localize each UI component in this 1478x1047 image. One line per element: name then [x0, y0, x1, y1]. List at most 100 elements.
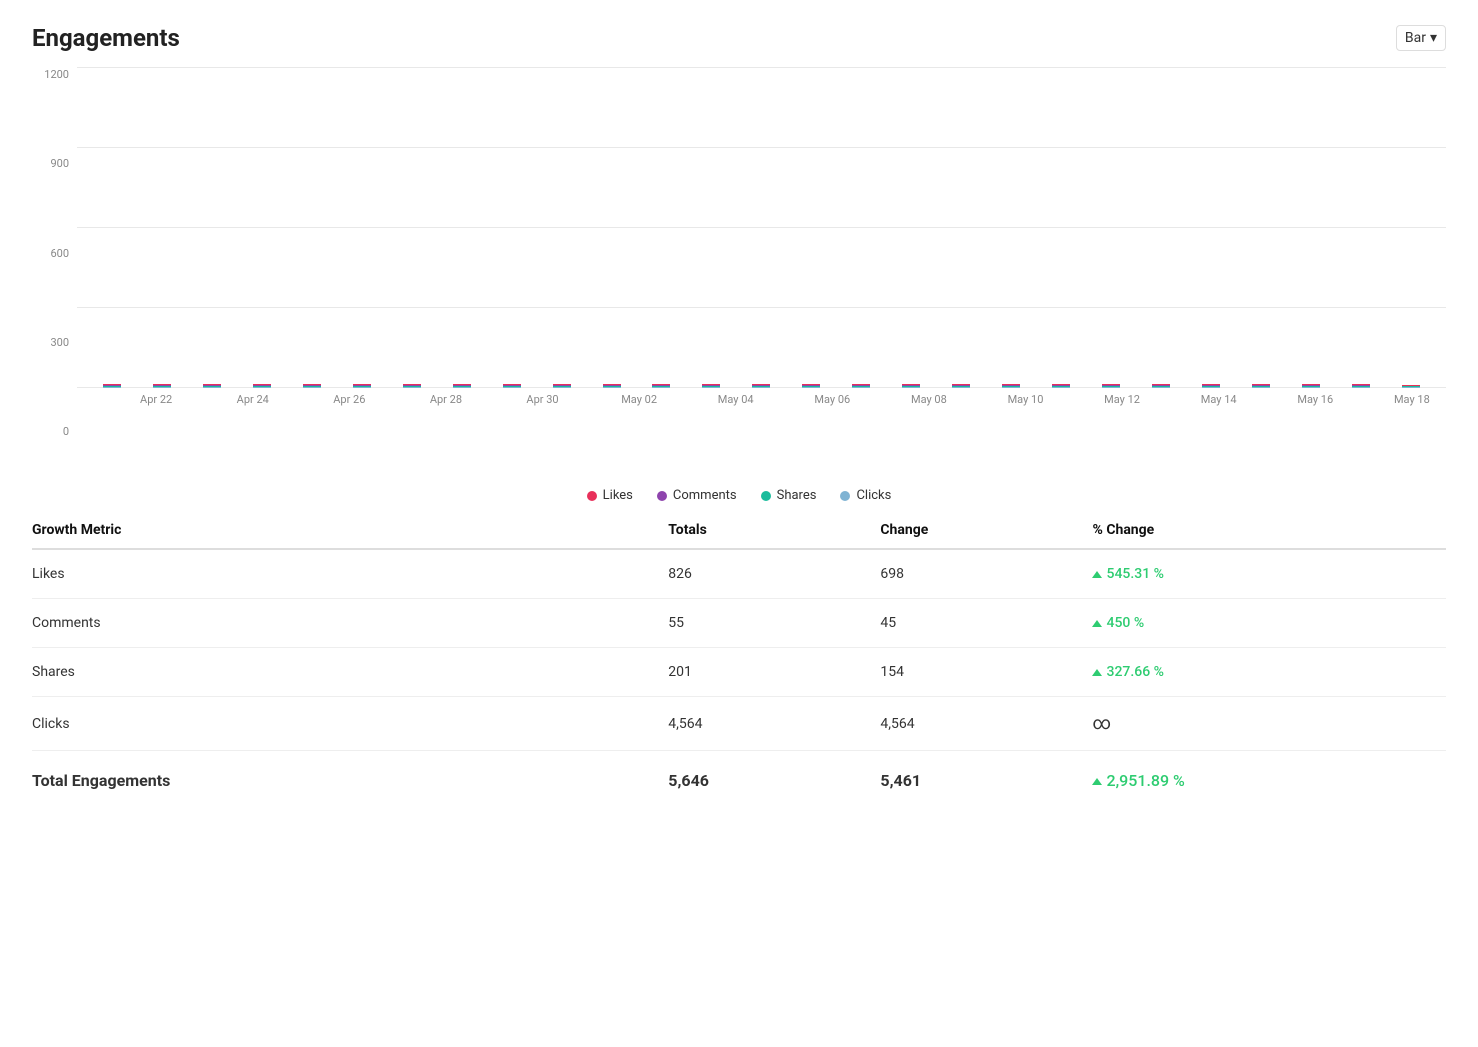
x-label-group [760, 388, 808, 407]
cell-total-pchange: 2,951.89 % [1092, 751, 1446, 799]
col-header-change: Change [880, 512, 1092, 549]
bar-group [891, 68, 931, 388]
x-label-group: Apr 28 [422, 388, 470, 407]
x-axis-label: May 14 [1201, 385, 1237, 406]
x-label-group: Apr 30 [518, 388, 566, 407]
cell-metric: Comments [32, 599, 668, 648]
x-axis-label: May 18 [1394, 385, 1430, 406]
table-header-row: Growth Metric Totals Change % Change [32, 512, 1446, 549]
bar-group [1341, 68, 1381, 388]
x-axis-label: May 04 [718, 385, 754, 406]
legend-likes: Likes [587, 488, 633, 503]
cell-pchange: 545.31 % [1092, 549, 1446, 599]
table-row: Clicks4,5644,564∞ [32, 697, 1446, 751]
x-label-group: May 04 [712, 388, 760, 407]
x-label-group: Apr 22 [132, 388, 180, 407]
x-label-group [373, 388, 421, 407]
x-axis-label: Apr 24 [237, 385, 269, 406]
bar-group [1091, 68, 1131, 388]
legend-clicks: Clicks [840, 488, 891, 503]
bar-group [1391, 68, 1431, 388]
x-axis-label: May 12 [1104, 385, 1140, 406]
shares-dot [761, 491, 771, 501]
bar-group [442, 68, 482, 388]
bar-clicks [103, 387, 121, 388]
y-label-300: 300 [32, 336, 77, 349]
x-label-group [470, 388, 518, 407]
bar-group [392, 68, 432, 388]
x-label-group [663, 388, 711, 407]
y-axis: 0 300 600 900 1200 [32, 68, 77, 438]
cell-change: 154 [880, 648, 1092, 697]
table-row: Comments5545450 % [32, 599, 1446, 648]
y-label-900: 900 [32, 157, 77, 170]
chart-plot: Apr 22Apr 24Apr 26Apr 28Apr 30May 02May … [77, 68, 1446, 388]
bar-group [292, 68, 332, 388]
page-title: Engagements [32, 24, 180, 52]
x-label-group [856, 388, 904, 407]
bar-group [991, 68, 1031, 388]
bar-group [92, 68, 132, 388]
x-axis-label: Apr 26 [333, 385, 365, 406]
bar-group [592, 68, 632, 388]
cell-pchange: ∞ [1092, 697, 1446, 751]
bar-group [242, 68, 282, 388]
chart-type-dropdown[interactable]: Bar ▾ [1396, 25, 1446, 51]
bars-area [77, 68, 1446, 388]
comments-dot [657, 491, 667, 501]
table-row: Likes826698545.31 % [32, 549, 1446, 599]
y-label-1200: 1200 [32, 68, 77, 81]
x-label-group: Apr 26 [325, 388, 373, 407]
cell-pchange: 327.66 % [1092, 648, 1446, 697]
cell-total-change: 5,461 [880, 751, 1092, 799]
bar-group [1141, 68, 1181, 388]
bar-group [542, 68, 582, 388]
x-label-group [1339, 388, 1387, 407]
cell-change: 45 [880, 599, 1092, 648]
legend-shares: Shares [761, 488, 817, 503]
likes-dot [587, 491, 597, 501]
bar-group [142, 68, 182, 388]
col-header-pchange: % Change [1092, 512, 1446, 549]
legend-likes-label: Likes [603, 488, 633, 503]
x-label-group: May 08 [905, 388, 953, 407]
chart-container: 0 300 600 900 1200 Apr 22 Apr 24 Apr 26 Apr… [32, 68, 1446, 488]
bar-group [791, 68, 831, 388]
x-label-group [953, 388, 1001, 407]
x-label-group: May 02 [615, 388, 663, 407]
x-axis-label: May 10 [1008, 385, 1044, 406]
x-label-group: May 18 [1388, 388, 1436, 407]
x-label-group: May 16 [1291, 388, 1339, 407]
x-label-group [567, 388, 615, 407]
col-header-metric: Growth Metric [32, 512, 668, 549]
legend-comments: Comments [657, 488, 737, 503]
cell-change: 698 [880, 549, 1092, 599]
metrics-table: Growth Metric Totals Change % Change Lik… [32, 512, 1446, 798]
cell-metric: Clicks [32, 697, 668, 751]
x-label-group: May 14 [1195, 388, 1243, 407]
x-label-group: May 06 [808, 388, 856, 407]
y-label-0: 0 [32, 425, 77, 438]
cell-total-totals: 5,646 [668, 751, 880, 799]
bar-group [1291, 68, 1331, 388]
x-axis-label: Apr 22 [140, 385, 172, 406]
cell-total-metric: Total Engagements [32, 751, 668, 799]
col-header-totals: Totals [668, 512, 880, 549]
x-axis: Apr 22 Apr 24 Apr 26 Apr 28 Apr 30 May 02 May … [122, 388, 1446, 407]
cell-change: 4,564 [880, 697, 1092, 751]
chart-legend: Likes Comments Shares Clicks [32, 488, 1446, 503]
bar-group [192, 68, 232, 388]
legend-clicks-label: Clicks [856, 488, 891, 503]
y-label-600: 600 [32, 247, 77, 260]
cell-metric: Shares [32, 648, 668, 697]
cell-pchange: 450 % [1092, 599, 1446, 648]
x-label-group [1050, 388, 1098, 407]
x-axis-label: May 06 [814, 385, 850, 406]
cell-metric: Likes [32, 549, 668, 599]
x-axis-label: May 02 [621, 385, 657, 406]
legend-shares-label: Shares [777, 488, 817, 503]
bar-group [1191, 68, 1231, 388]
chart-area: 0 300 600 900 1200 Apr 22 Apr 24 Apr 26 Apr… [32, 68, 1446, 438]
bar-group [1041, 68, 1081, 388]
table-row: Shares201154327.66 % [32, 648, 1446, 697]
